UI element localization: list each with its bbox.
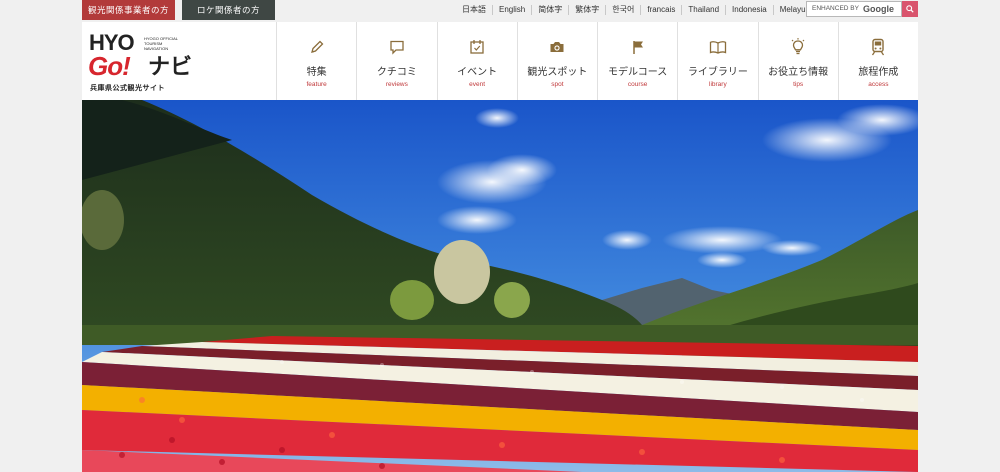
nav-label-en: course — [627, 81, 648, 88]
lang-korean[interactable]: 한국어 — [605, 5, 640, 15]
top-utility-bar: 観光関係事業者の方 ロケ関係者の方 日本語 English 简体字 繁体字 한국… — [0, 0, 1000, 22]
hero-image[interactable] — [82, 100, 918, 472]
location-staff-button[interactable]: ロケ関係者の方 — [182, 0, 275, 20]
nav-label-jp: クチコミ — [376, 67, 417, 78]
search-input[interactable]: ENHANCED BY Google — [806, 1, 902, 17]
nav-item-library[interactable]: ライブラリー library — [677, 22, 758, 102]
svg-text:ナビ: ナビ — [148, 55, 192, 80]
hyogo-navi-logo: HYO HYOGO OFFICIAL TOURISM NAVIGATION Go… — [88, 30, 192, 92]
flag-icon — [632, 41, 643, 54]
nav-item-course[interactable]: モデルコース course — [597, 22, 677, 100]
calendar-icon — [470, 40, 484, 54]
nav-label-jp: ライブラリー — [687, 67, 748, 78]
search-brand: Google — [862, 4, 894, 14]
nav-label-en: reviews — [385, 81, 408, 88]
nav-label-en: spot — [551, 81, 564, 88]
pencil-icon — [310, 40, 324, 53]
lang-thai[interactable]: Thailand — [681, 5, 725, 15]
lang-indonesian[interactable]: Indonesia — [725, 5, 773, 15]
lightbulb-icon — [791, 38, 805, 55]
train-icon — [872, 38, 885, 56]
nav-item-access[interactable]: 旅程作成 access — [837, 22, 918, 100]
nav-label-en: library — [709, 81, 727, 88]
site-logo[interactable]: HYO HYOGO OFFICIAL TOURISM NAVIGATION Go… — [88, 30, 204, 94]
nav-label-jp: 観光スポット — [527, 67, 588, 78]
site-header: HYO HYOGO OFFICIAL TOURISM NAVIGATION Go… — [82, 22, 918, 102]
nav-label-jp: 旅程作成 — [858, 67, 899, 78]
camera-icon — [550, 42, 564, 52]
nav-item-event[interactable]: イベント event — [436, 22, 517, 100]
nav-label-en: access — [868, 81, 889, 88]
nav-label-jp: モデルコース — [607, 67, 668, 78]
site-search: ENHANCED BY Google — [806, 1, 918, 17]
lang-simplified-chinese[interactable]: 简体字 — [531, 5, 568, 15]
tulip-field-photo — [82, 100, 918, 472]
nav-label-jp: イベント — [457, 67, 498, 78]
svg-text:兵庫県公式観光サイト: 兵庫県公式観光サイト — [90, 83, 165, 92]
search-label: ENHANCED BY — [812, 5, 859, 12]
tourism-business-button[interactable]: 観光関係事業者の方 — [82, 0, 175, 20]
nav-label-en: event — [469, 81, 486, 88]
nav-item-tips[interactable]: お役立ち情報 tips — [757, 22, 838, 100]
lang-english[interactable]: English — [492, 5, 531, 15]
nav-item-spot[interactable]: 観光スポット spot — [516, 22, 597, 102]
search-icon — [906, 5, 914, 13]
nav-item-reviews[interactable]: クチコミ reviews — [356, 22, 436, 100]
speech-bubble-icon — [390, 40, 404, 55]
nav-label-en: feature — [306, 81, 327, 88]
svg-text:Go!: Go! — [88, 51, 131, 81]
nav-label-en: tips — [793, 81, 804, 88]
lang-french[interactable]: francais — [640, 5, 681, 15]
lang-japanese[interactable]: 日本語 — [456, 5, 492, 15]
main-nav: 特集 feature クチコミ reviews イベント event 観光スポッ… — [276, 22, 918, 102]
nav-label-jp: お役立ち情報 — [768, 67, 829, 78]
nav-label-jp: 特集 — [306, 67, 327, 78]
svg-text:NAVIGATION: NAVIGATION — [144, 46, 168, 51]
lang-traditional-chinese[interactable]: 繁体字 — [568, 5, 605, 15]
book-icon — [709, 41, 727, 54]
search-button[interactable] — [902, 1, 918, 17]
language-switcher: 日本語 English 简体字 繁体字 한국어 francais Thailan… — [456, 0, 812, 20]
nav-item-feature[interactable]: 特集 feature — [276, 22, 356, 100]
